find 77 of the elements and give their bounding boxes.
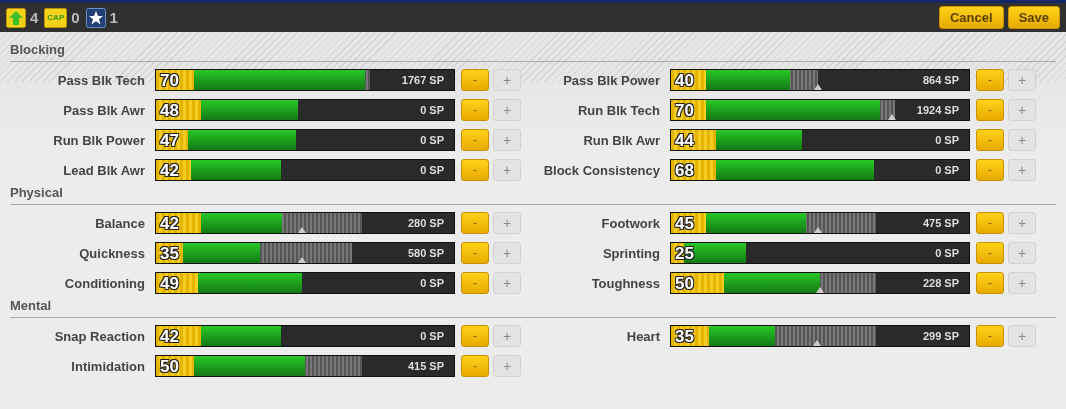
attribute-value: 50 — [160, 357, 179, 376]
attribute-label: Footwork — [600, 215, 660, 231]
decrease-button[interactable]: - — [461, 212, 489, 234]
counter-value: 0 — [71, 9, 80, 26]
decrease-button[interactable]: - — [461, 129, 489, 151]
save-button[interactable]: Save — [1007, 6, 1060, 29]
decrease-button[interactable]: - — [461, 99, 489, 121]
decrease-button[interactable]: - — [461, 355, 489, 377]
attribute-value: 47 — [160, 131, 179, 150]
attribute-value: 35 — [160, 244, 179, 263]
attribute-label: Toughness — [590, 275, 660, 291]
decrease-button[interactable]: - — [976, 159, 1004, 181]
skill-points: 0 SP — [420, 330, 444, 342]
cap-icon: CAP — [44, 7, 68, 28]
attribute-value: 45 — [675, 214, 694, 233]
attribute-label: Snap Reaction — [53, 328, 145, 344]
skill-points: 228 SP — [922, 277, 959, 289]
skill-points: 475 SP — [922, 217, 959, 229]
cancel-button[interactable]: Cancel — [939, 6, 1004, 29]
attribute-label: Pass Blk Power — [562, 72, 660, 88]
attribute-label: Run Blk Awr — [582, 132, 660, 148]
attribute-label: Pass Blk Tech — [56, 72, 145, 88]
decrease-button[interactable]: - — [976, 99, 1004, 121]
attribute-value: 70 — [160, 71, 179, 90]
attribute-value: 70 — [675, 101, 694, 120]
counter-value: 4 — [30, 9, 39, 26]
section-heading: Physical — [10, 185, 1056, 205]
skill-points: 299 SP — [922, 330, 959, 342]
attribute-label: Pass Blk Awr — [62, 102, 145, 118]
decrease-button[interactable]: - — [461, 272, 489, 294]
attribute-label: Intimidation — [70, 358, 145, 374]
attribute-label: Block Consistency — [542, 162, 660, 178]
attribute-label: Run Blk Tech — [576, 102, 660, 118]
attribute-value: 44 — [675, 131, 694, 150]
attribute-value: 49 — [160, 274, 179, 293]
attribute-label: Run Blk Power — [52, 132, 145, 148]
attribute-value: 42 — [160, 161, 179, 180]
attribute-label: Lead Blk Awr — [62, 162, 145, 178]
skill-points: 0 SP — [420, 164, 444, 176]
attribute-value: 42 — [160, 327, 179, 346]
up-arrow-icon — [6, 7, 26, 28]
skill-points: 1767 SP — [401, 74, 444, 86]
attribute-value: 68 — [675, 161, 694, 180]
skill-points: 0 SP — [935, 164, 959, 176]
attribute-label: Heart — [625, 328, 660, 344]
attribute-value: 40 — [675, 71, 694, 90]
decrease-button[interactable]: - — [976, 272, 1004, 294]
skill-points: 0 SP — [420, 134, 444, 146]
attribute-label: Quickness — [78, 245, 145, 261]
attribute-value: 42 — [160, 214, 179, 233]
skill-points: 0 SP — [935, 247, 959, 259]
decrease-button[interactable]: - — [976, 242, 1004, 264]
decrease-button[interactable]: - — [461, 242, 489, 264]
decrease-button[interactable]: - — [461, 69, 489, 91]
decrease-button[interactable]: - — [976, 325, 1004, 347]
skill-points: 1924 SP — [916, 104, 959, 116]
decrease-button[interactable]: - — [461, 159, 489, 181]
decrease-button[interactable]: - — [976, 129, 1004, 151]
decrease-button[interactable]: - — [461, 325, 489, 347]
skill-points: 864 SP — [922, 74, 959, 86]
counter-value: 1 — [109, 9, 118, 26]
attribute-label: Sprinting — [601, 245, 660, 261]
skill-points: 580 SP — [407, 247, 444, 259]
attribute-value: 50 — [675, 274, 694, 293]
skill-points: 0 SP — [935, 134, 959, 146]
section-heading: Mental — [10, 298, 1056, 318]
decrease-button[interactable]: - — [976, 69, 1004, 91]
attribute-value: 35 — [675, 327, 694, 346]
section-heading: Blocking — [10, 42, 1056, 62]
skill-points: 0 SP — [420, 277, 444, 289]
decrease-button[interactable]: - — [976, 212, 1004, 234]
attribute-value: 48 — [160, 101, 179, 120]
attribute-label: Conditioning — [63, 275, 145, 291]
skill-points: 280 SP — [407, 217, 444, 229]
attribute-label: Balance — [94, 215, 145, 231]
skill-points: 0 SP — [420, 104, 444, 116]
skill-points: 415 SP — [407, 360, 444, 372]
